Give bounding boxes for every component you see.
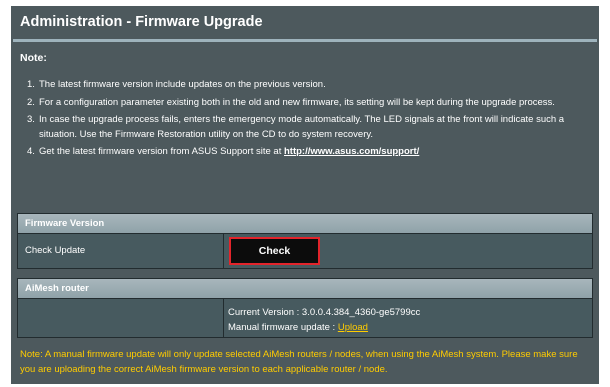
- note-item: 4. Get the latest firmware version from …: [22, 145, 594, 160]
- asus-support-link[interactable]: http://www.asus.com/support/: [284, 146, 419, 157]
- note-item: 1. The latest firmware version include u…: [22, 78, 594, 93]
- manual-update-line: Manual firmware update : Upload: [228, 320, 592, 335]
- check-update-row: Check Update Check: [18, 233, 592, 268]
- note-item: 3. In case the upgrade process fails, en…: [22, 113, 594, 142]
- note-text: Get the latest firmware version from ASU…: [39, 146, 284, 157]
- notes-list: 1. The latest firmware version include u…: [22, 78, 594, 163]
- note-number: 4.: [27, 146, 35, 157]
- note-number: 1.: [27, 79, 35, 90]
- page-title: Administration - Firmware Upgrade: [20, 14, 263, 30]
- current-version-text: Current Version : 3.0.0.4.384_4360-ge579…: [228, 307, 421, 318]
- note-text: In case the upgrade process fails, enter…: [39, 114, 565, 140]
- note-number: 2.: [27, 96, 35, 108]
- upload-link[interactable]: Upload: [338, 322, 368, 333]
- aimesh-router-table: AiMesh router Current Version : 3.0.0.4.…: [17, 278, 593, 338]
- note-text: For a configuration parameter existing b…: [39, 96, 555, 108]
- aimesh-router-info-cell: Current Version : 3.0.0.4.384_4360-ge579…: [224, 299, 592, 337]
- check-update-label: Check Update: [18, 234, 224, 268]
- note-number: 3.: [27, 114, 35, 125]
- aimesh-router-row: Current Version : 3.0.0.4.384_4360-ge579…: [18, 298, 592, 337]
- check-update-cell: Check: [224, 234, 592, 268]
- title-divider: [13, 39, 597, 42]
- manual-update-label: Manual firmware update :: [228, 322, 338, 333]
- note-label: Note:: [20, 52, 47, 64]
- aimesh-router-name-cell: [18, 299, 224, 337]
- firmware-upgrade-panel: Administration - Firmware Upgrade Note: …: [11, 6, 599, 384]
- aimesh-router-header: AiMesh router: [18, 279, 592, 298]
- firmware-version-table: Firmware Version Check Update Check: [17, 213, 593, 269]
- note-text: The latest firmware version include upda…: [39, 79, 326, 90]
- firmware-version-header: Firmware Version: [18, 214, 592, 233]
- check-button[interactable]: Check: [229, 237, 320, 265]
- note-item: 2. For a configuration parameter existin…: [22, 96, 594, 111]
- aimesh-warning-note: Note: A manual firmware update will only…: [20, 349, 578, 375]
